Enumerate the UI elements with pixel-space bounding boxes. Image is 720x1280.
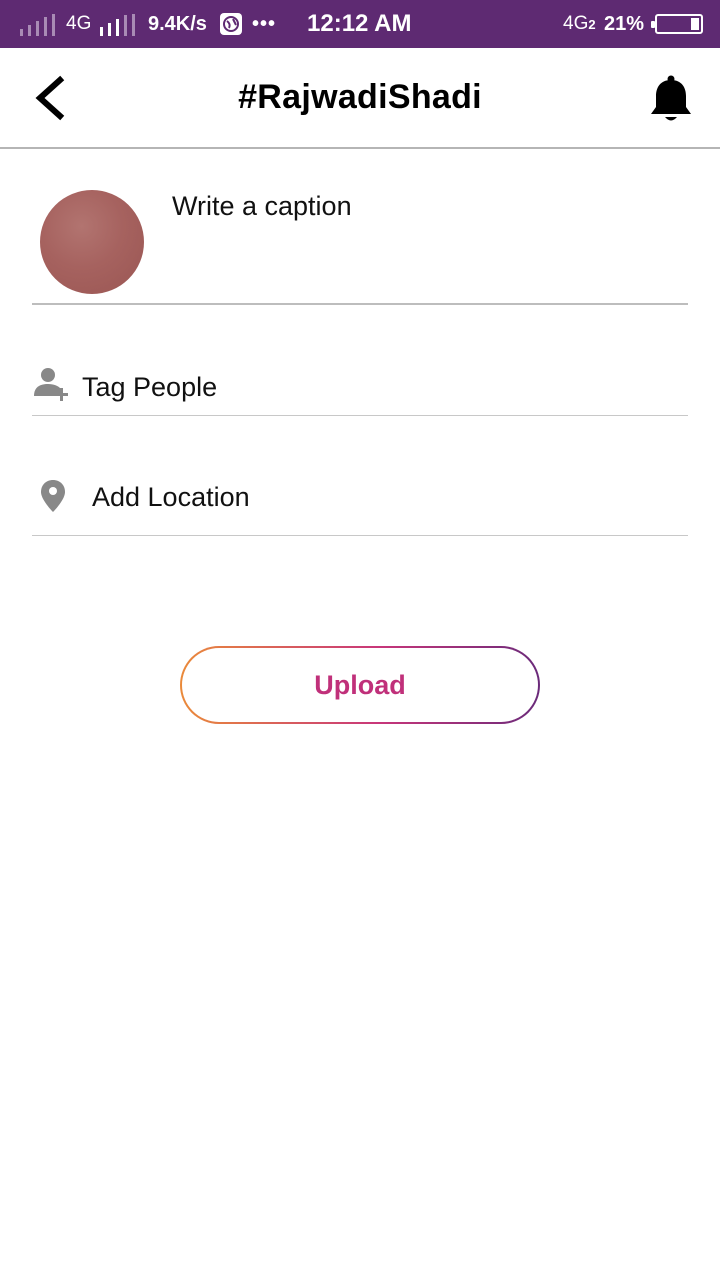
notification-button[interactable] (648, 74, 694, 124)
page-title: #RajwadiShadi (238, 78, 482, 116)
network-type-2: 4G 2 (563, 0, 596, 48)
signal-strength-icon-2 (100, 14, 135, 36)
battery-percentage: 21% (604, 12, 645, 35)
upload-button[interactable]: Upload (180, 646, 540, 724)
status-time: 12:12 AM (307, 10, 412, 37)
sim-slot-label: 2 (588, 16, 596, 32)
upload-button-inner: Upload (182, 648, 538, 722)
network-type-2-label: 4G (563, 13, 589, 34)
network-speed: 9.4K/s (148, 12, 207, 35)
add-person-icon (34, 368, 68, 401)
battery-icon (651, 14, 703, 34)
caption-input[interactable] (172, 186, 672, 226)
battery-fill (690, 18, 699, 30)
status-bar: 4G 9.4K/s ••• 12:12 AM 4G 2 21% (0, 0, 720, 48)
location-pin-icon (41, 480, 65, 512)
upload-label: Upload (314, 669, 406, 700)
vpn-globe-icon (220, 13, 242, 35)
tag-people-label: Tag People (82, 372, 218, 402)
add-location-label: Add Location (92, 482, 250, 512)
bell-icon (651, 75, 691, 121)
post-thumbnail (40, 190, 144, 294)
more-notifications-dots: ••• (252, 12, 277, 35)
caption-section (32, 150, 688, 305)
network-type-1: 4G (66, 13, 92, 34)
add-location-row[interactable]: Add Location (32, 416, 688, 536)
signal-strength-icon-1 (20, 14, 55, 36)
app-header: #RajwadiShadi (0, 48, 720, 149)
tag-people-row[interactable]: Tag People (32, 306, 688, 416)
